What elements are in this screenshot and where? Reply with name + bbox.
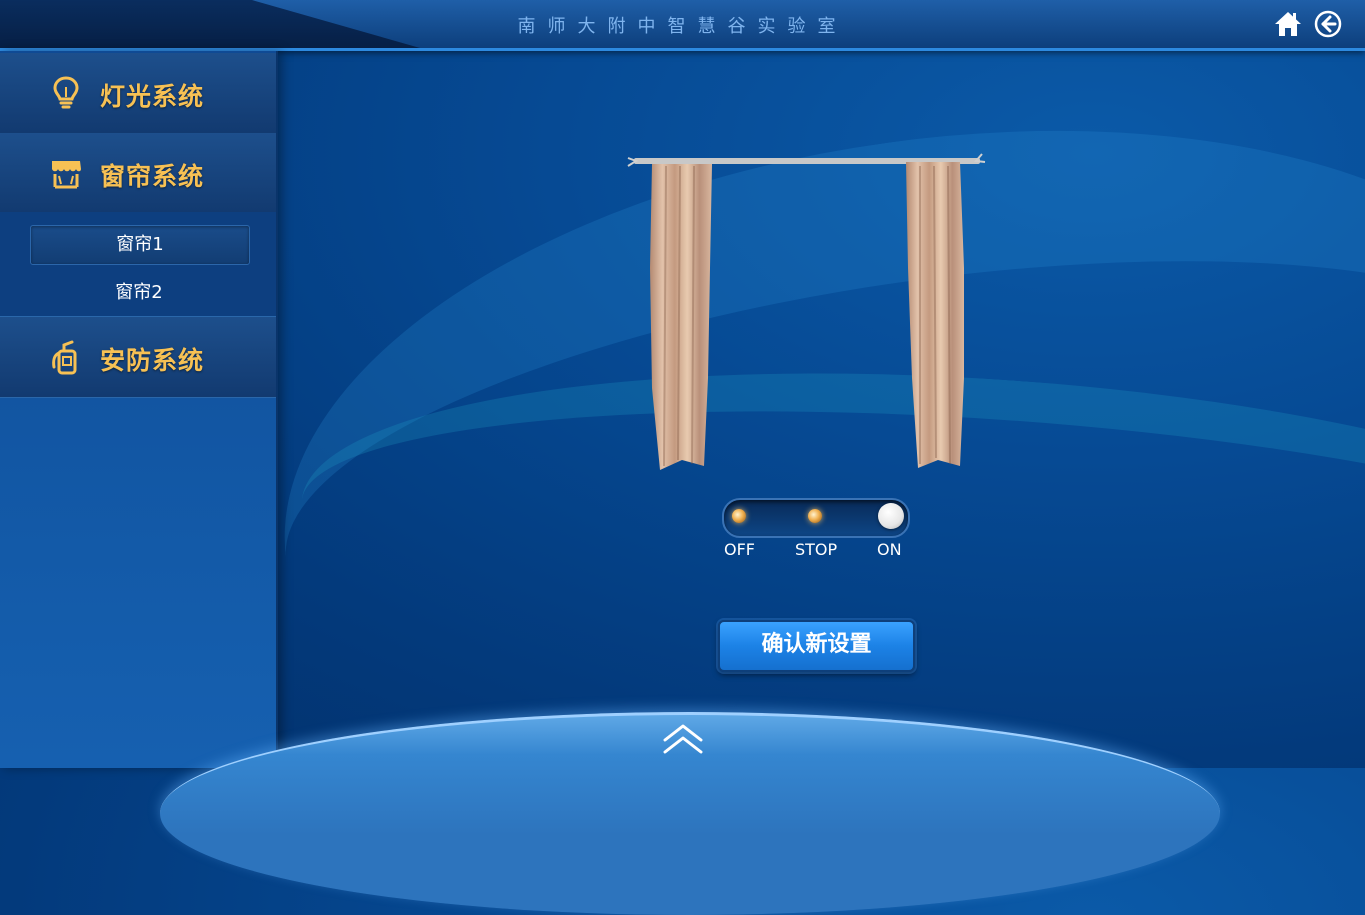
on-label[interactable]: ON	[877, 540, 902, 559]
curtain-item-1[interactable]: 窗帘1	[30, 225, 250, 265]
home-icon[interactable]	[1274, 10, 1302, 38]
sidebar: 灯光系统 窗帘系统 窗帘1 窗帘2 安防系统	[0, 51, 278, 768]
off-label[interactable]: OFF	[724, 540, 755, 559]
sidebar-item-label: 灯光系统	[100, 82, 205, 111]
sidebar-item-lighting[interactable]: 灯光系统	[0, 53, 276, 134]
double-chevron-up-icon[interactable]	[662, 722, 704, 756]
confirm-settings-button[interactable]: 确认新设置	[718, 620, 915, 672]
off-indicator	[732, 509, 746, 523]
curtain-switch[interactable]	[722, 498, 910, 538]
stop-indicator	[808, 509, 822, 523]
curtain-illustration	[627, 153, 986, 470]
lightbulb-icon	[53, 76, 79, 109]
sidebar-item-label: 安防系统	[100, 346, 205, 375]
awning-icon	[52, 161, 81, 189]
switch-knob[interactable]	[878, 503, 904, 529]
page-title: 南师大附中智慧谷实验室	[517, 16, 848, 37]
fire-extinguisher-icon	[52, 340, 77, 375]
top-bar: 南师大附中智慧谷实验室	[0, 0, 1365, 51]
sidebar-item-label: 窗帘系统	[100, 162, 205, 191]
back-arrow-icon[interactable]	[1314, 10, 1342, 38]
sidebar-item-curtain[interactable]: 窗帘系统	[0, 133, 276, 214]
sidebar-item-security[interactable]: 安防系统	[0, 317, 276, 398]
curtain-submenu: 窗帘1 窗帘2	[0, 212, 276, 317]
stop-label[interactable]: STOP	[795, 540, 837, 559]
curtain-item-2[interactable]: 窗帘2	[30, 274, 248, 312]
